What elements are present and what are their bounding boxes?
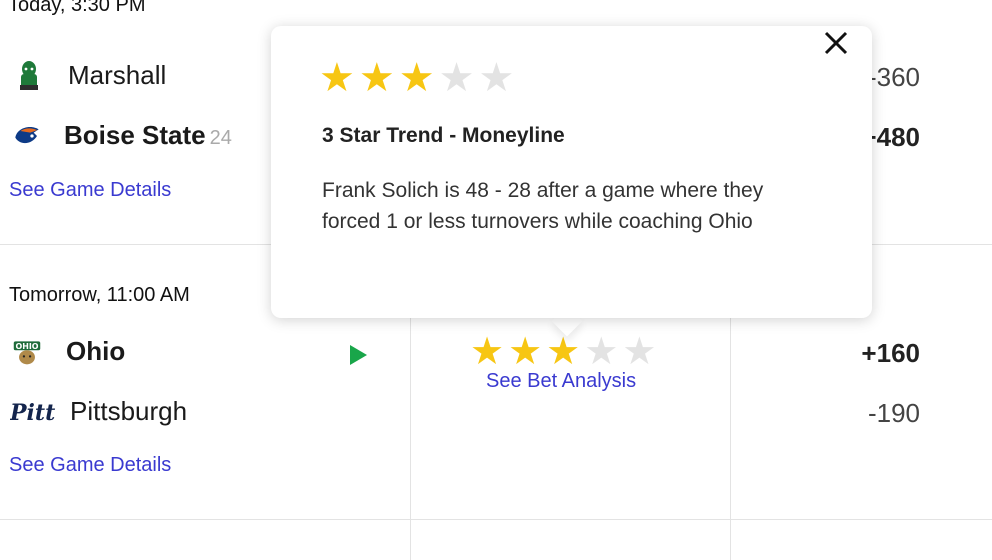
popup-rating-stars: ★ ★ ★ ★ ★ [319,58,514,98]
star-empty-icon: ★ [622,331,657,373]
team-name-label: Boise State [64,120,206,150]
row-divider [0,519,992,520]
trend-popup: ★ ★ ★ ★ ★ 3 Star Trend - Moneyline Frank… [271,26,872,318]
star-filled-icon: ★ [470,331,505,373]
game2-see-details-link[interactable]: See Game Details [9,454,171,477]
game2-away-odds[interactable]: +160 [830,338,920,369]
game1-see-details-link[interactable]: See Game Details [9,179,171,202]
game2-home-odds[interactable]: -190 [830,398,920,429]
play-icon[interactable] [350,345,367,365]
star-empty-icon: ★ [584,331,619,373]
team-name-boise-state[interactable]: Boise State 24 [64,120,232,151]
star-filled-icon: ★ [546,331,581,373]
star-filled-icon: ★ [508,331,543,373]
svg-text:OHIO: OHIO [15,341,38,350]
close-icon[interactable] [823,30,849,56]
star-empty-icon: ★ [478,56,515,100]
game1-home-row: Boise State 24 [12,120,232,151]
game2-home-row: Pitt Pittsburgh [10,396,187,427]
column-divider-right [730,318,731,560]
team-name-ohio[interactable]: Ohio [66,336,125,367]
pitt-logo-icon: Pitt [10,397,56,427]
star-empty-icon: ★ [438,56,475,100]
marshall-logo-icon [14,60,44,91]
ohio-logo-icon: OHIO [12,337,42,367]
star-filled-icon: ★ [398,56,435,100]
popup-pointer-cover [540,296,600,318]
popup-body: Frank Solich is 48 - 28 after a game whe… [322,179,764,233]
game2-away-row: OHIO Ohio [12,336,125,367]
column-divider-left [410,318,411,560]
game1-time: Today, 3:30 PM [8,0,146,16]
game1-away-row: Marshall [14,60,166,91]
boise-state-logo-icon [12,121,42,151]
team-name-marshall[interactable]: Marshall [68,60,166,91]
team-rank: 24 [209,127,232,149]
game2-time: Tomorrow, 11:00 AM [9,284,190,306]
star-filled-icon: ★ [358,56,395,100]
pitt-logo-text: Pitt [10,400,55,426]
game2-rating-stars: ★ ★ ★ ★ ★ [470,333,656,371]
team-name-pittsburgh[interactable]: Pittsburgh [70,396,187,427]
star-filled-icon: ★ [319,56,355,100]
see-bet-analysis-link[interactable]: See Bet Analysis [486,370,636,393]
popup-title: 3 Star Trend - Moneyline [322,124,565,147]
